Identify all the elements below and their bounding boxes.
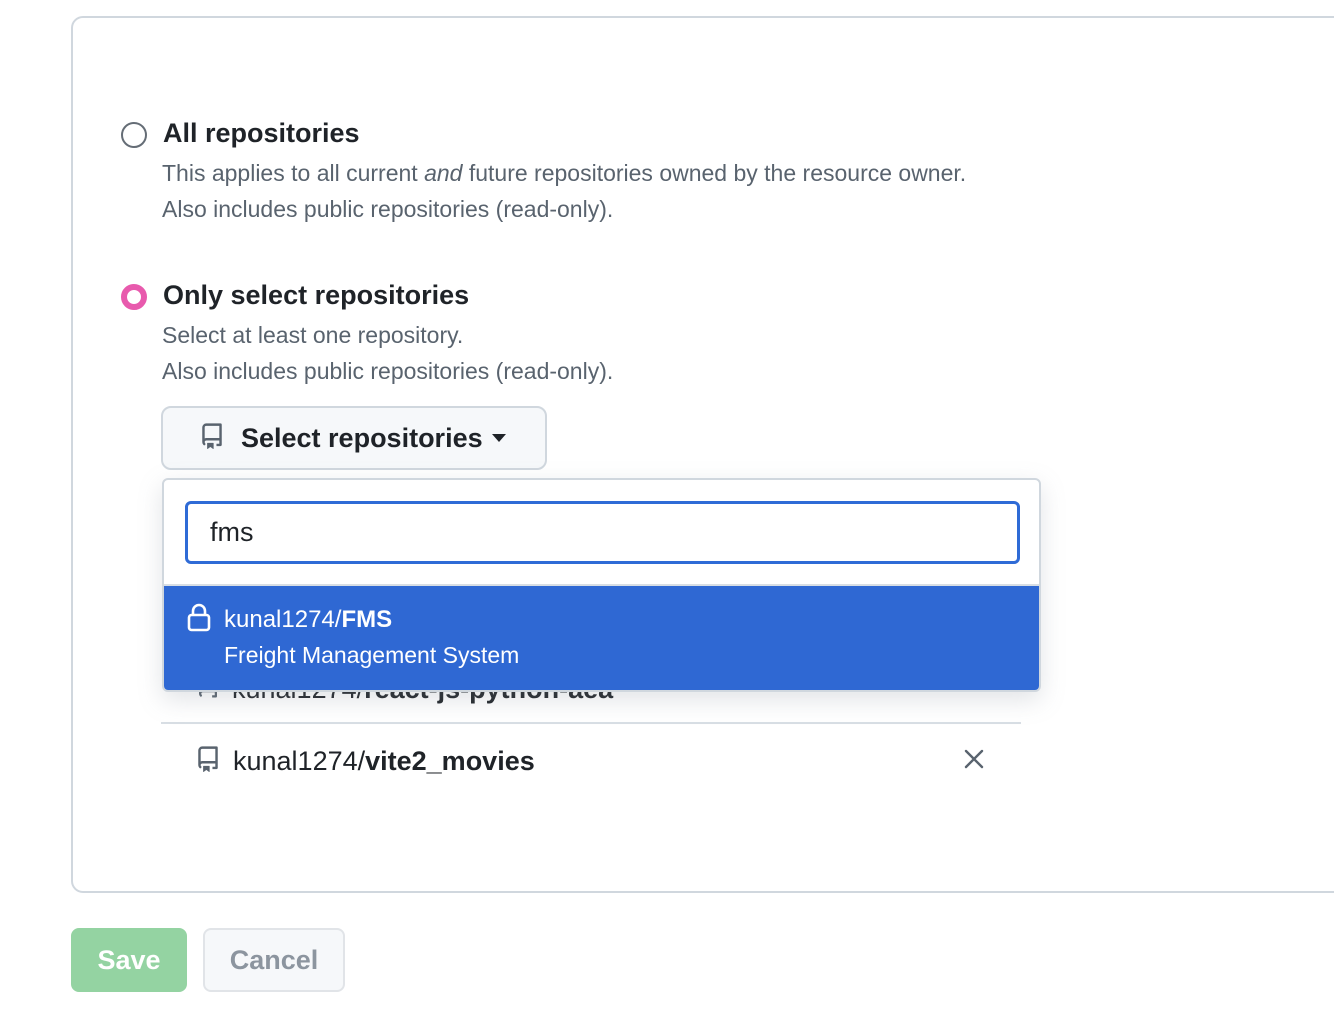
selected-repo-name: vite2_movies [365,745,535,776]
repo-icon [195,746,221,776]
search-result-description: Freight Management System [224,642,520,668]
all-desc-emphasis: and [424,160,463,186]
caret-down-icon [491,433,507,443]
all-desc-after: future repositories owned by the resourc… [462,160,967,186]
select-repositories-label: Select repositories [241,422,483,453]
all-repositories-note: Also includes public repositories (read-… [162,196,614,222]
all-desc-before: This applies to all current [162,160,425,186]
repo-icon [199,423,225,453]
only-select-repositories-title[interactable]: Only select repositories [163,280,469,311]
search-result-name: FMS [341,606,393,633]
search-result-owner: kunal1274/ [224,606,342,633]
selected-repo-row: kunal1274/vite2_movies [161,724,1021,798]
lock-icon [186,602,212,632]
only-select-description: Select at least one repository. [162,322,464,348]
search-result-item[interactable]: kunal1274/FMS Freight Management System [164,586,1039,690]
selected-repo-owner: kunal1274/ [233,745,366,776]
select-repositories-button[interactable]: Select repositories [161,406,547,470]
only-select-repositories-radio[interactable] [121,284,147,310]
cancel-button[interactable]: Cancel [203,928,345,992]
save-button[interactable]: Save [71,928,187,992]
repository-search-dropdown: kunal1274/FMS Freight Management System [162,478,1041,692]
repository-search-input[interactable] [185,501,1020,564]
search-result-repo-name: kunal1274/FMS [224,606,392,634]
search-wrapper [164,480,1039,586]
all-repositories-radio[interactable] [121,122,147,148]
all-repositories-description: This applies to all current and future r… [162,160,966,187]
remove-repo-close-icon[interactable] [963,748,985,770]
only-select-note: Also includes public repositories (read-… [162,358,614,384]
selected-repo-full-name: kunal1274/vite2_movies [233,746,535,777]
all-repositories-title[interactable]: All repositories [163,118,360,149]
